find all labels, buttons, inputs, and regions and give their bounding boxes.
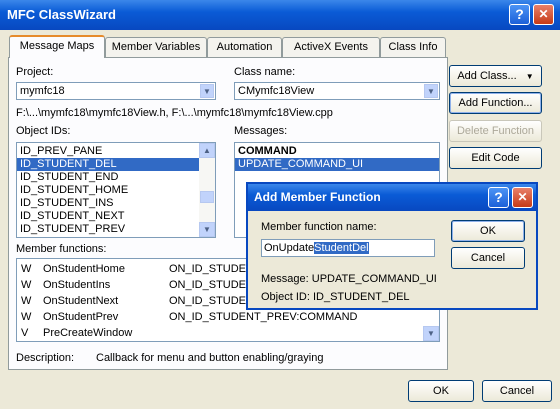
chevron-down-icon[interactable]: ▼ [424,84,438,98]
dialog-message-text: Message: UPDATE_COMMAND_UI [261,273,437,285]
list-item[interactable]: ID_STUDENT_DEL [17,158,215,171]
ok-button[interactable]: OK [408,380,474,402]
list-item[interactable]: ID_STUDENT_HOME [17,184,215,197]
object-ids-label: Object IDs: [16,125,71,137]
dialog-title: Add Member Function [254,190,381,204]
tab-automation[interactable]: Automation [207,37,282,57]
function-type: W [21,263,32,275]
description-label: Description: [16,352,75,364]
function-name: OnStudentIns [43,279,111,291]
chevron-down-icon[interactable]: ▼ [200,84,214,98]
function-name: OnStudentHome [43,263,125,275]
add-class-button[interactable]: Add Class... ▼ [449,65,542,87]
function-type: W [21,295,32,307]
object-ids-list[interactable]: ID_PREV_PANE ID_STUDENT_DEL ID_STUDENT_E… [16,142,216,238]
function-name-prefix: OnUpdate [264,242,315,254]
list-item[interactable]: ID_STUDENT_INS [17,197,215,210]
list-item[interactable]: ID_PREV_PANE [17,145,215,158]
messages-label: Messages: [234,125,288,137]
function-type: W [21,311,32,323]
list-item[interactable]: ID_STUDENT_END [17,171,215,184]
description-value: Callback for menu and button enabling/gr… [96,352,324,364]
add-member-function-dialog: Add Member Function ? ✕ Member function … [246,182,538,310]
project-value: mymfc18 [20,85,65,97]
title-bar[interactable]: MFC ClassWizard ? ✕ [0,0,560,30]
dialog-ok-button[interactable]: OK [451,220,525,242]
scroll-down-icon[interactable]: ▼ [199,222,215,237]
tab-class-info[interactable]: Class Info [380,37,446,57]
function-map: ON_ID_STUDEN [169,295,254,307]
delete-function-button[interactable]: Delete Function [449,120,542,142]
scroll-thumb[interactable] [200,191,214,203]
dialog-help-button[interactable]: ? [488,187,509,208]
list-item[interactable]: ID_STUDENT_NEXT [17,210,215,223]
cancel-button[interactable]: Cancel [482,380,552,402]
file-path: F:\...\mymfc18\mymfc18View.h, F:\...\mym… [16,107,333,119]
tab-activex-events[interactable]: ActiveX Events [282,37,380,57]
add-class-label: Add Class... [457,70,517,82]
list-item[interactable]: COMMAND [235,145,439,158]
dropdown-arrow-icon: ▼ [525,72,534,81]
dialog-cancel-button[interactable]: Cancel [451,247,525,269]
tab-message-maps[interactable]: Message Maps [9,35,105,58]
project-combo[interactable]: mymfc18 ▼ [16,82,216,100]
window-title: MFC ClassWizard [7,7,116,22]
classname-label: Class name: [234,66,296,78]
tab-member-variables[interactable]: Member Variables [105,37,207,57]
scrollbar[interactable]: ▲ ▼ [199,143,215,237]
classname-value: CMymfc18View [238,85,315,97]
function-name-label: Member function name: [261,221,377,233]
classname-combo[interactable]: CMymfc18View ▼ [234,82,440,100]
list-item[interactable]: UPDATE_COMMAND_UI [235,158,439,171]
dialog-title-bar[interactable]: Add Member Function ? ✕ [248,184,536,211]
help-button[interactable]: ? [509,4,530,25]
edit-code-button[interactable]: Edit Code [449,147,542,169]
function-name-input[interactable]: OnUpdateStudentDel [261,239,435,257]
function-name: OnStudentPrev [43,311,119,323]
add-function-button[interactable]: Add Function... [449,92,542,114]
function-type: W [21,279,32,291]
dialog-close-button[interactable]: ✕ [512,187,533,208]
dialog-object-id-text: Object ID: ID_STUDENT_DEL [261,291,410,303]
function-map: ON_ID_STUDENT_PREV:COMMAND [169,311,358,323]
function-name: OnStudentNext [43,295,119,307]
project-label: Project: [16,66,54,78]
scroll-up-icon[interactable]: ▲ [199,143,215,158]
function-type: V [21,327,29,339]
scroll-down-icon[interactable]: ▼ [423,326,439,341]
function-map: ON_ID_STUDEN [169,263,254,275]
member-functions-label: Member functions: [16,243,107,255]
function-name: PreCreateWindow [43,327,133,339]
function-name-selection: StudentDel [314,242,369,254]
close-button[interactable]: ✕ [533,4,554,25]
list-item[interactable]: ID_STUDENT_PREV [17,223,215,236]
function-map: ON_ID_STUDEN [169,279,254,291]
